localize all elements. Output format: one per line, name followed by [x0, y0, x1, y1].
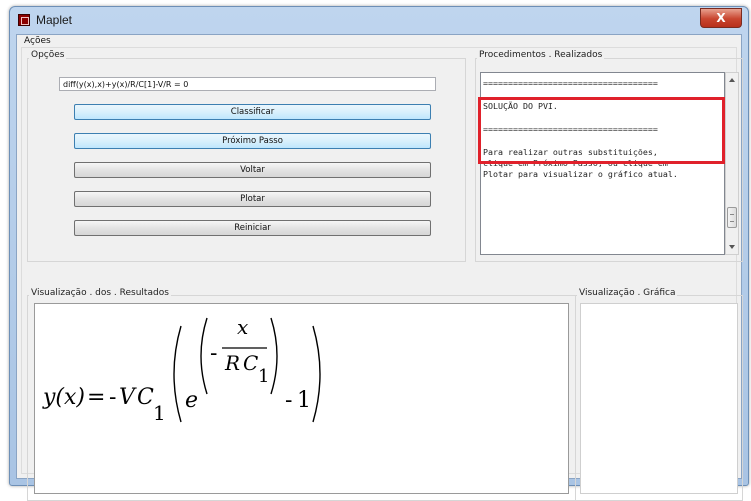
inner-left-paren	[200, 317, 208, 395]
client-area: Ações Opções diff(y(x),x)+y(x)/R/C[1]-V/…	[16, 34, 743, 501]
window-title: Maplet	[36, 13, 73, 27]
formula-R: R	[224, 351, 240, 375]
formula-sub1: 1	[258, 366, 269, 387]
formula-C: C	[137, 385, 154, 410]
scroll-thumb[interactable]	[727, 207, 737, 228]
opcoes-label: Opções	[29, 50, 67, 60]
visualizacao-grafica-label: Visualização . Gráfica	[577, 288, 678, 298]
expression-input[interactable]: diff(y(x),x)+y(x)/R/C[1]-V/R = 0	[59, 77, 436, 91]
outer-left-paren	[173, 325, 182, 423]
scroll-up-icon[interactable]	[729, 78, 735, 82]
reiniciar-button[interactable]: Reiniciar	[74, 220, 431, 236]
plot-area[interactable]	[580, 303, 738, 494]
formula-sub1: 1	[153, 401, 166, 425]
close-button[interactable]: X	[700, 8, 742, 28]
formula-V: V	[119, 385, 137, 410]
highlight-annotation	[478, 97, 725, 164]
title-bar[interactable]: Maplet X	[10, 7, 748, 33]
procedimentos-scrollbar[interactable]	[725, 72, 739, 255]
math-display: y(x) = - V C 1 e - x R C 1 - 1	[34, 303, 569, 494]
plotar-button[interactable]: Plotar	[74, 191, 431, 207]
formula-C: C	[243, 351, 258, 375]
formula-x: x	[237, 315, 248, 339]
proximo-passo-button[interactable]: Próximo Passo	[74, 133, 431, 149]
outer-right-paren	[312, 325, 321, 423]
formula-equals: =	[87, 385, 105, 410]
formula-minus: -	[210, 341, 217, 366]
acoes-label: Ações	[24, 36, 51, 46]
formula-e: e	[185, 388, 198, 413]
formula-one: 1	[297, 388, 311, 413]
formula-lhs: y(x)	[42, 385, 85, 410]
maplet-window: Maplet X Ações Opções diff(y(x),x)+y(x)/…	[9, 6, 749, 501]
formula: y(x) = - V C 1 e - x R C 1 - 1	[42, 315, 321, 425]
scroll-down-icon[interactable]	[729, 245, 735, 249]
proc-line: Plotar para visualizar o gráfico atual.	[483, 169, 678, 179]
formula-minus: -	[109, 385, 116, 410]
procedimentos-label: Procedimentos . Realizados	[477, 50, 605, 60]
formula-minus: -	[285, 388, 292, 413]
visualizacao-resultados-label: Visualização . dos . Resultados	[29, 288, 171, 298]
voltar-button[interactable]: Voltar	[74, 162, 431, 178]
classificar-button[interactable]: Classificar	[74, 104, 431, 120]
proc-line: ===================================	[483, 78, 658, 88]
maple-icon	[18, 14, 30, 26]
inner-right-paren	[270, 317, 278, 395]
close-icon: X	[716, 11, 726, 25]
